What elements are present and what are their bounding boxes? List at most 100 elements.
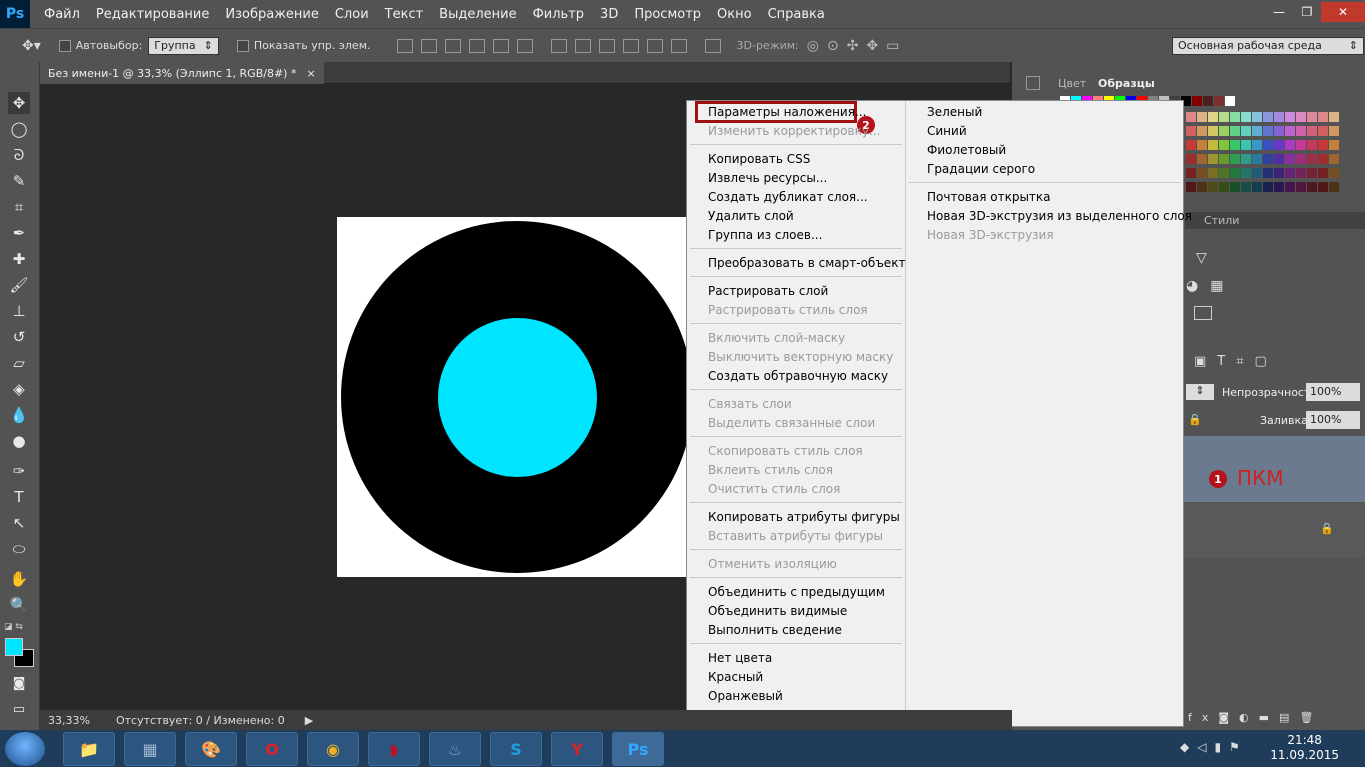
distribute-left-icon[interactable] xyxy=(622,38,639,53)
swatch[interactable] xyxy=(1192,96,1202,106)
swatch[interactable] xyxy=(1219,126,1229,136)
zoom-tool-icon[interactable]: 🔍 xyxy=(8,594,30,616)
brush-tool-icon[interactable]: 🖌 xyxy=(8,274,30,296)
tab-swatches[interactable]: Образцы xyxy=(1092,75,1161,92)
swatch[interactable] xyxy=(1208,182,1218,192)
tab-styles[interactable]: Стили xyxy=(1198,212,1245,229)
crop-tool-icon[interactable]: ⌗ xyxy=(8,196,30,218)
tray-icons[interactable]: ◆◁▮⚑ xyxy=(1180,740,1248,754)
swatch[interactable] xyxy=(1296,168,1306,178)
distribute-right-icon[interactable] xyxy=(670,38,687,53)
distribute-vcenter-icon[interactable] xyxy=(574,38,591,53)
zoom-level[interactable]: 33,33% xyxy=(48,714,90,727)
menu-image[interactable]: Изображение xyxy=(217,7,326,22)
swatch[interactable] xyxy=(1263,112,1273,122)
menu-file[interactable]: Файл xyxy=(36,7,88,22)
swatch[interactable] xyxy=(1208,168,1218,178)
swatch[interactable] xyxy=(1230,182,1240,192)
context-menu-item[interactable]: Почтовая открытка xyxy=(927,188,1051,207)
swatch[interactable] xyxy=(1219,112,1229,122)
context-menu-item[interactable]: Параметры наложения... xyxy=(708,103,866,122)
swatch[interactable] xyxy=(1296,126,1306,136)
context-menu-item[interactable]: Фиолетовый xyxy=(927,141,1006,160)
swatch[interactable] xyxy=(1263,154,1273,164)
swatch[interactable] xyxy=(1230,140,1240,150)
menu-3d[interactable]: 3D xyxy=(592,7,626,22)
swatch[interactable] xyxy=(1208,154,1218,164)
photoshop-icon[interactable]: Ps xyxy=(612,732,664,766)
swatch[interactable] xyxy=(1274,126,1284,136)
context-menu-item[interactable]: Копировать CSS xyxy=(708,150,810,169)
swatch[interactable] xyxy=(1307,154,1317,164)
context-menu-item[interactable]: Преобразовать в смарт-объект xyxy=(708,254,905,273)
gradient-map-icon[interactable] xyxy=(1194,306,1212,320)
swatch[interactable] xyxy=(1263,182,1273,192)
document-canvas[interactable] xyxy=(337,217,697,577)
swatch[interactable] xyxy=(1186,126,1196,136)
swatch[interactable] xyxy=(1274,154,1284,164)
browser-icon[interactable]: ◉ xyxy=(307,732,359,766)
swatch[interactable] xyxy=(1186,154,1196,164)
document-tab[interactable]: Без имени-1 @ 33,3% (Эллипс 1, RGB/8#) *… xyxy=(40,62,324,84)
swatch[interactable] xyxy=(1329,154,1339,164)
swatch[interactable] xyxy=(1197,182,1207,192)
swatch[interactable] xyxy=(1197,154,1207,164)
swatch[interactable] xyxy=(1197,112,1207,122)
swatch[interactable] xyxy=(1285,182,1295,192)
swatch[interactable] xyxy=(1274,168,1284,178)
distribute-bottom-icon[interactable] xyxy=(598,38,615,53)
swatch[interactable] xyxy=(1285,154,1295,164)
dodge-tool-icon[interactable]: ● xyxy=(8,430,30,452)
opera-next-icon[interactable]: ◗ xyxy=(368,732,420,766)
minimize-button[interactable]: — xyxy=(1265,2,1293,22)
eyedropper-tool-icon[interactable]: ✒ xyxy=(8,222,30,244)
swatch[interactable] xyxy=(1307,168,1317,178)
swatch[interactable] xyxy=(1241,182,1251,192)
swatch[interactable] xyxy=(1252,168,1262,178)
pen-tool-icon[interactable]: ✑ xyxy=(8,460,30,482)
quick-mask-icon[interactable]: ◙ xyxy=(8,672,30,694)
swatch[interactable] xyxy=(1307,126,1317,136)
autoselect-checkbox[interactable] xyxy=(58,39,71,52)
swatch[interactable] xyxy=(1252,112,1262,122)
context-menu-item[interactable]: Оранжевый xyxy=(708,687,783,706)
context-menu-item[interactable]: Нет цвета xyxy=(708,649,772,668)
calculator-icon[interactable]: ▦ xyxy=(124,732,176,766)
blur-tool-icon[interactable]: 💧 xyxy=(8,404,30,426)
swatch[interactable] xyxy=(1197,140,1207,150)
distribute-hcenter-icon[interactable] xyxy=(646,38,663,53)
menu-select[interactable]: Выделение xyxy=(431,7,524,22)
align-vcenter-icon[interactable] xyxy=(420,38,437,53)
swatch[interactable] xyxy=(1285,112,1295,122)
start-button[interactable] xyxy=(5,732,45,766)
stamp-tool-icon[interactable]: ⊥ xyxy=(8,300,30,322)
type-tool-icon[interactable]: T xyxy=(8,486,30,508)
swatch[interactable] xyxy=(1186,168,1196,178)
align-right-icon[interactable] xyxy=(516,38,533,53)
swatch[interactable] xyxy=(1329,168,1339,178)
menu-window[interactable]: Окно xyxy=(709,7,760,22)
swatch[interactable] xyxy=(1285,140,1295,150)
swatch[interactable] xyxy=(1263,168,1273,178)
3d-mode-icons[interactable]: ◎⊙✣✥▭ xyxy=(807,38,908,54)
context-menu-item[interactable]: Новая 3D-экструзия из выделенного слоя xyxy=(927,207,1192,226)
swatch[interactable] xyxy=(1219,140,1229,150)
explorer-icon[interactable]: 📁 xyxy=(63,732,115,766)
steam-icon[interactable]: ♨ xyxy=(429,732,481,766)
swatch[interactable] xyxy=(1252,140,1262,150)
context-menu-item[interactable]: Группа из слоев... xyxy=(708,226,822,245)
context-menu-item[interactable]: Объединить видимые xyxy=(708,602,847,621)
paint-icon[interactable]: 🎨 xyxy=(185,732,237,766)
swatch[interactable] xyxy=(1241,140,1251,150)
layer-bottom-icons[interactable]: fx◙◐▬▤🗑 xyxy=(1188,711,1323,724)
menu-view[interactable]: Просмотр xyxy=(626,7,709,22)
swatch[interactable] xyxy=(1241,112,1251,122)
swatch[interactable] xyxy=(1230,168,1240,178)
swatch[interactable] xyxy=(1296,154,1306,164)
swatch[interactable] xyxy=(1296,182,1306,192)
menu-type[interactable]: Текст xyxy=(377,7,432,22)
swatch[interactable] xyxy=(1263,140,1273,150)
menu-edit[interactable]: Редактирование xyxy=(88,7,217,22)
swatch[interactable] xyxy=(1318,168,1328,178)
close-tab-icon[interactable]: × xyxy=(306,67,315,80)
